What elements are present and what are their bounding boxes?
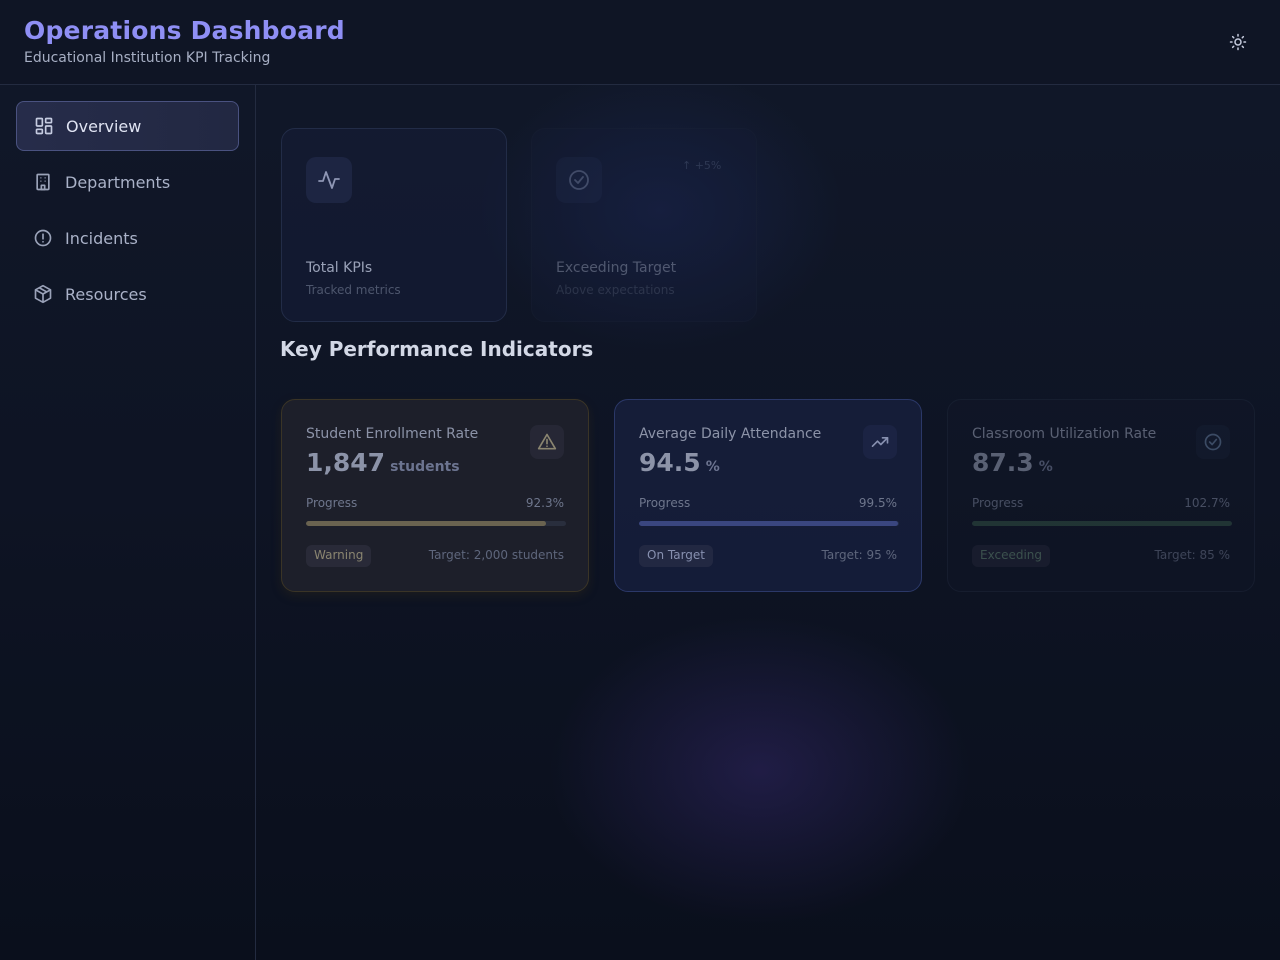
kpi-target: Target: 95 % — [821, 548, 897, 562]
sidebar-item-overview[interactable]: Overview — [16, 101, 239, 151]
sidebar-item-label: Resources — [65, 284, 147, 304]
sun-icon — [1229, 33, 1247, 51]
sidebar-item-resources[interactable]: Resources — [16, 269, 239, 319]
kpi-value: 1,847 — [306, 448, 386, 477]
status-badge: Exceeding — [972, 545, 1051, 567]
grid-icon — [34, 116, 54, 136]
theme-toggle-button[interactable] — [1222, 26, 1254, 58]
sidebar-item-label: Incidents — [65, 228, 138, 248]
kpi-value: 94.5 — [639, 448, 701, 477]
kpi-target: Target: 85 % — [1154, 548, 1230, 562]
kpi-progress-fill — [972, 521, 1232, 526]
check-circle-icon — [556, 157, 602, 203]
top-header: Operations Dashboard Educational Institu… — [0, 0, 1280, 85]
kpi-name: Student Enrollment Rate — [306, 426, 479, 442]
kpi-card-enrollment[interactable]: Student Enrollment Rate 1,847 students P… — [281, 399, 589, 592]
stat-label: Total KPIs — [306, 260, 373, 276]
kpi-card-classroom-utilization[interactable]: Classroom Utilization Rate 87.3 % Progre… — [947, 399, 1255, 592]
sidebar-item-label: Overview — [66, 116, 142, 136]
kpi-progress-value: 99.5% — [858, 496, 897, 510]
stat-sublabel: Above expectations — [556, 283, 675, 297]
trending-up-icon — [863, 425, 897, 459]
building-icon — [33, 172, 53, 192]
kpi-target: Target: 2,000 students — [428, 548, 564, 562]
kpi-progress-label: Progress — [639, 496, 691, 510]
kpi-value-row: 87.3 % — [972, 448, 1053, 477]
kpi-progress-label: Progress — [306, 496, 358, 510]
kpi-progress-value: 92.3% — [525, 496, 564, 510]
kpi-value-row: 94.5 % — [639, 448, 720, 477]
stat-card-exceeding-target: ↑ +5% Exceeding Target Above expectation… — [531, 128, 757, 322]
kpi-progress-label: Progress — [972, 496, 1024, 510]
kpi-unit: % — [705, 459, 720, 475]
kpi-value-row: 1,847 students — [306, 448, 460, 477]
kpi-name: Classroom Utilization Rate — [972, 426, 1157, 442]
alert-circle-icon — [33, 228, 53, 248]
kpi-value: 87.3 — [972, 448, 1034, 477]
status-badge: On Target — [639, 545, 713, 567]
stat-label: Exceeding Target — [556, 260, 677, 276]
activity-icon — [306, 157, 352, 203]
kpi-card-attendance[interactable]: Average Daily Attendance 94.5 % Progress… — [614, 399, 922, 592]
section-title: Key Performance Indicators — [280, 337, 594, 361]
kpi-progress-value: 102.7% — [1184, 496, 1230, 510]
check-circle-icon — [1196, 425, 1230, 459]
sidebar-item-label: Departments — [65, 172, 171, 192]
sidebar-item-incidents[interactable]: Incidents — [16, 213, 239, 263]
kpi-unit: students — [390, 459, 460, 475]
status-badge: Warning — [306, 545, 372, 567]
package-icon — [33, 284, 53, 304]
stat-card-total-kpis: Total KPIs Tracked metrics — [281, 128, 507, 322]
stat-trend: ↑ +5% — [682, 159, 722, 172]
kpi-progress-fill — [306, 521, 546, 526]
kpi-progress-fill — [639, 521, 898, 526]
app-subtitle: Educational Institution KPI Tracking — [24, 50, 271, 66]
stat-sublabel: Tracked metrics — [306, 283, 401, 297]
sidebar: Overview Departments Incidents Resources — [0, 85, 256, 960]
kpi-progress-bar — [972, 521, 1232, 526]
sidebar-item-departments[interactable]: Departments — [16, 157, 239, 207]
app-title: Operations Dashboard — [24, 16, 345, 45]
kpi-progress-bar — [306, 521, 566, 526]
kpi-progress-bar — [639, 521, 899, 526]
warning-triangle-icon — [530, 425, 564, 459]
kpi-name: Average Daily Attendance — [639, 426, 822, 442]
kpi-unit: % — [1038, 459, 1053, 475]
